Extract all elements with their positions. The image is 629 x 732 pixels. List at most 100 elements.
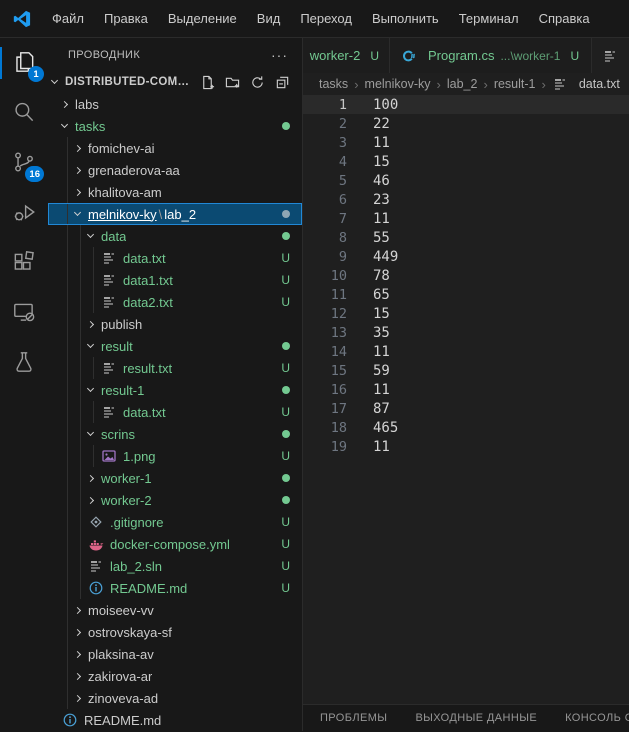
collapse-all-icon[interactable]	[275, 75, 290, 90]
tree-item-zinoveva-ad[interactable]: zinoveva-ad	[48, 687, 302, 709]
line-number: 4	[303, 154, 347, 170]
tab-program.cs[interactable]: Program.cs...\worker-1U	[390, 38, 592, 73]
tree-item-label: melnikov-ky\lab_2	[88, 207, 196, 222]
editor-line-3[interactable]: 311	[303, 133, 629, 152]
editor-line-6[interactable]: 623	[303, 190, 629, 209]
editor-line-16[interactable]: 1611	[303, 380, 629, 399]
tree-item-ostrovskaya-sf[interactable]: ostrovskaya-sf	[48, 621, 302, 643]
breadcrumb-item-tasks[interactable]: tasks	[319, 77, 348, 91]
editor-line-7[interactable]: 711	[303, 209, 629, 228]
editor-line-11[interactable]: 1165	[303, 285, 629, 304]
tree-item-label: docker-compose.yml	[110, 537, 230, 552]
activity-bar: 1 16	[0, 38, 48, 731]
editor-line-4[interactable]: 415	[303, 152, 629, 171]
editor-content[interactable]: 1100222311415546623711855944910781165121…	[303, 95, 629, 704]
activity-run-debug[interactable]	[0, 188, 48, 238]
tree-item-data2.txt[interactable]: data2.txtU	[48, 291, 302, 313]
menu-терминал[interactable]: Терминал	[449, 6, 529, 31]
tree-item-data.txt[interactable]: data.txtU	[48, 401, 302, 423]
tree-item-zakirova-ar[interactable]: zakirova-ar	[48, 665, 302, 687]
tree-item-label: README.md	[110, 581, 187, 596]
editor-line-8[interactable]: 855	[303, 228, 629, 247]
tree-item-data[interactable]: data	[48, 225, 302, 247]
tree-item-result[interactable]: result	[48, 335, 302, 357]
tree-item-publish[interactable]: publish	[48, 313, 302, 335]
tab-worker-2[interactable]: worker-2U	[303, 38, 390, 73]
indent-guide	[80, 379, 81, 401]
line-number: 10	[303, 268, 347, 284]
activity-remote-explorer[interactable]	[0, 288, 48, 338]
activity-search[interactable]	[0, 88, 48, 138]
indent-guide	[67, 511, 68, 533]
indent-guide	[67, 203, 68, 225]
editor-line-13[interactable]: 1335	[303, 323, 629, 342]
editor-line-12[interactable]: 1215	[303, 304, 629, 323]
git-untracked-badge: U	[281, 581, 290, 595]
panel-tab-выходные-данные[interactable]: ВЫХОДНЫЕ ДАННЫЕ	[415, 712, 537, 724]
tree-item-result-1[interactable]: result-1	[48, 379, 302, 401]
tab-data.txt[interactable]: data.txt	[592, 38, 629, 73]
editor-line-18[interactable]: 18465	[303, 418, 629, 437]
editor-line-2[interactable]: 222	[303, 114, 629, 133]
menu-справка[interactable]: Справка	[529, 6, 600, 31]
activity-explorer[interactable]: 1	[0, 38, 48, 88]
tree-item-scrins[interactable]: scrins	[48, 423, 302, 445]
activity-source-control[interactable]: 16	[0, 138, 48, 188]
debug-icon	[11, 199, 37, 228]
tree-item-plaksina-av[interactable]: plaksina-av	[48, 643, 302, 665]
tree-item-docker-compose.yml[interactable]: docker-compose.ymlU	[48, 533, 302, 555]
menu-вид[interactable]: Вид	[247, 6, 291, 31]
menu-выделение[interactable]: Выделение	[158, 6, 247, 31]
editor-line-10[interactable]: 1078	[303, 266, 629, 285]
indent-guide	[67, 379, 68, 401]
breadcrumb-separator-icon: ›	[483, 77, 487, 92]
activity-testing[interactable]	[0, 338, 48, 388]
editor-line-19[interactable]: 1911	[303, 437, 629, 456]
editor-line-14[interactable]: 1411	[303, 342, 629, 361]
tree-item-tasks[interactable]: tasks	[48, 115, 302, 137]
tree-item-1.png[interactable]: 1.pngU	[48, 445, 302, 467]
tree-item-.gitignore[interactable]: .gitignoreU	[48, 511, 302, 533]
csharp-icon	[400, 48, 416, 64]
tree-item-worker-2[interactable]: worker-2	[48, 489, 302, 511]
panel-tab-проблемы[interactable]: ПРОБЛЕМЫ	[320, 712, 387, 724]
tree-item-lab-2.sln[interactable]: lab_2.slnU	[48, 555, 302, 577]
line-text: 11	[373, 135, 390, 151]
tree-section-header[interactable]: DISTRIBUTED-COMPUTI...	[48, 71, 302, 93]
line-text: 46	[373, 173, 390, 189]
panel-tab-консоль-отладки[interactable]: КОНСОЛЬ ОТЛАДКИ	[565, 712, 629, 724]
more-actions-icon[interactable]: ···	[271, 50, 288, 60]
editor-line-1[interactable]: 1100	[303, 95, 629, 114]
tree-item-worker-1[interactable]: worker-1	[48, 467, 302, 489]
editor-line-15[interactable]: 1559	[303, 361, 629, 380]
new-folder-icon[interactable]	[225, 75, 240, 90]
editor-line-5[interactable]: 546	[303, 171, 629, 190]
tree-item-readme.md[interactable]: README.md	[48, 709, 302, 731]
breadcrumb-item-data.txt[interactable]: data.txt	[552, 76, 620, 92]
editor-line-9[interactable]: 9449	[303, 247, 629, 266]
editor-line-17[interactable]: 1787	[303, 399, 629, 418]
menu-правка[interactable]: Правка	[94, 6, 158, 31]
tree-item-fomichev-ai[interactable]: fomichev-ai	[48, 137, 302, 159]
breadcrumb-item-result-1[interactable]: result-1	[494, 77, 536, 91]
menu-переход[interactable]: Переход	[290, 6, 362, 31]
info-icon	[88, 580, 104, 596]
tree-item-label: data	[101, 229, 126, 244]
breadcrumb-item-melnikov-ky[interactable]: melnikov-ky	[365, 77, 431, 91]
tree-item-melnikov-ky-lab-2[interactable]: melnikov-ky\lab_2	[48, 203, 302, 225]
menu-выполнить[interactable]: Выполнить	[362, 6, 449, 31]
tree-item-data.txt[interactable]: data.txtU	[48, 247, 302, 269]
tree-item-labs[interactable]: labs	[48, 93, 302, 115]
new-file-icon[interactable]	[200, 75, 215, 90]
tree-item-readme.md[interactable]: README.md U	[48, 577, 302, 599]
tree-item-result.txt[interactable]: result.txtU	[48, 357, 302, 379]
tree-item-khalitova-am[interactable]: khalitova-am	[48, 181, 302, 203]
tree-item-moiseev-vv[interactable]: moiseev-vv	[48, 599, 302, 621]
breadcrumb-item-lab-2[interactable]: lab_2	[447, 77, 478, 91]
refresh-icon[interactable]	[250, 75, 265, 90]
tree-item-data1.txt[interactable]: data1.txtU	[48, 269, 302, 291]
chevron-right-icon	[74, 650, 81, 657]
menu-файл[interactable]: Файл	[42, 6, 94, 31]
activity-extensions[interactable]	[0, 238, 48, 288]
tree-item-grenaderova-aa[interactable]: grenaderova-aa	[48, 159, 302, 181]
